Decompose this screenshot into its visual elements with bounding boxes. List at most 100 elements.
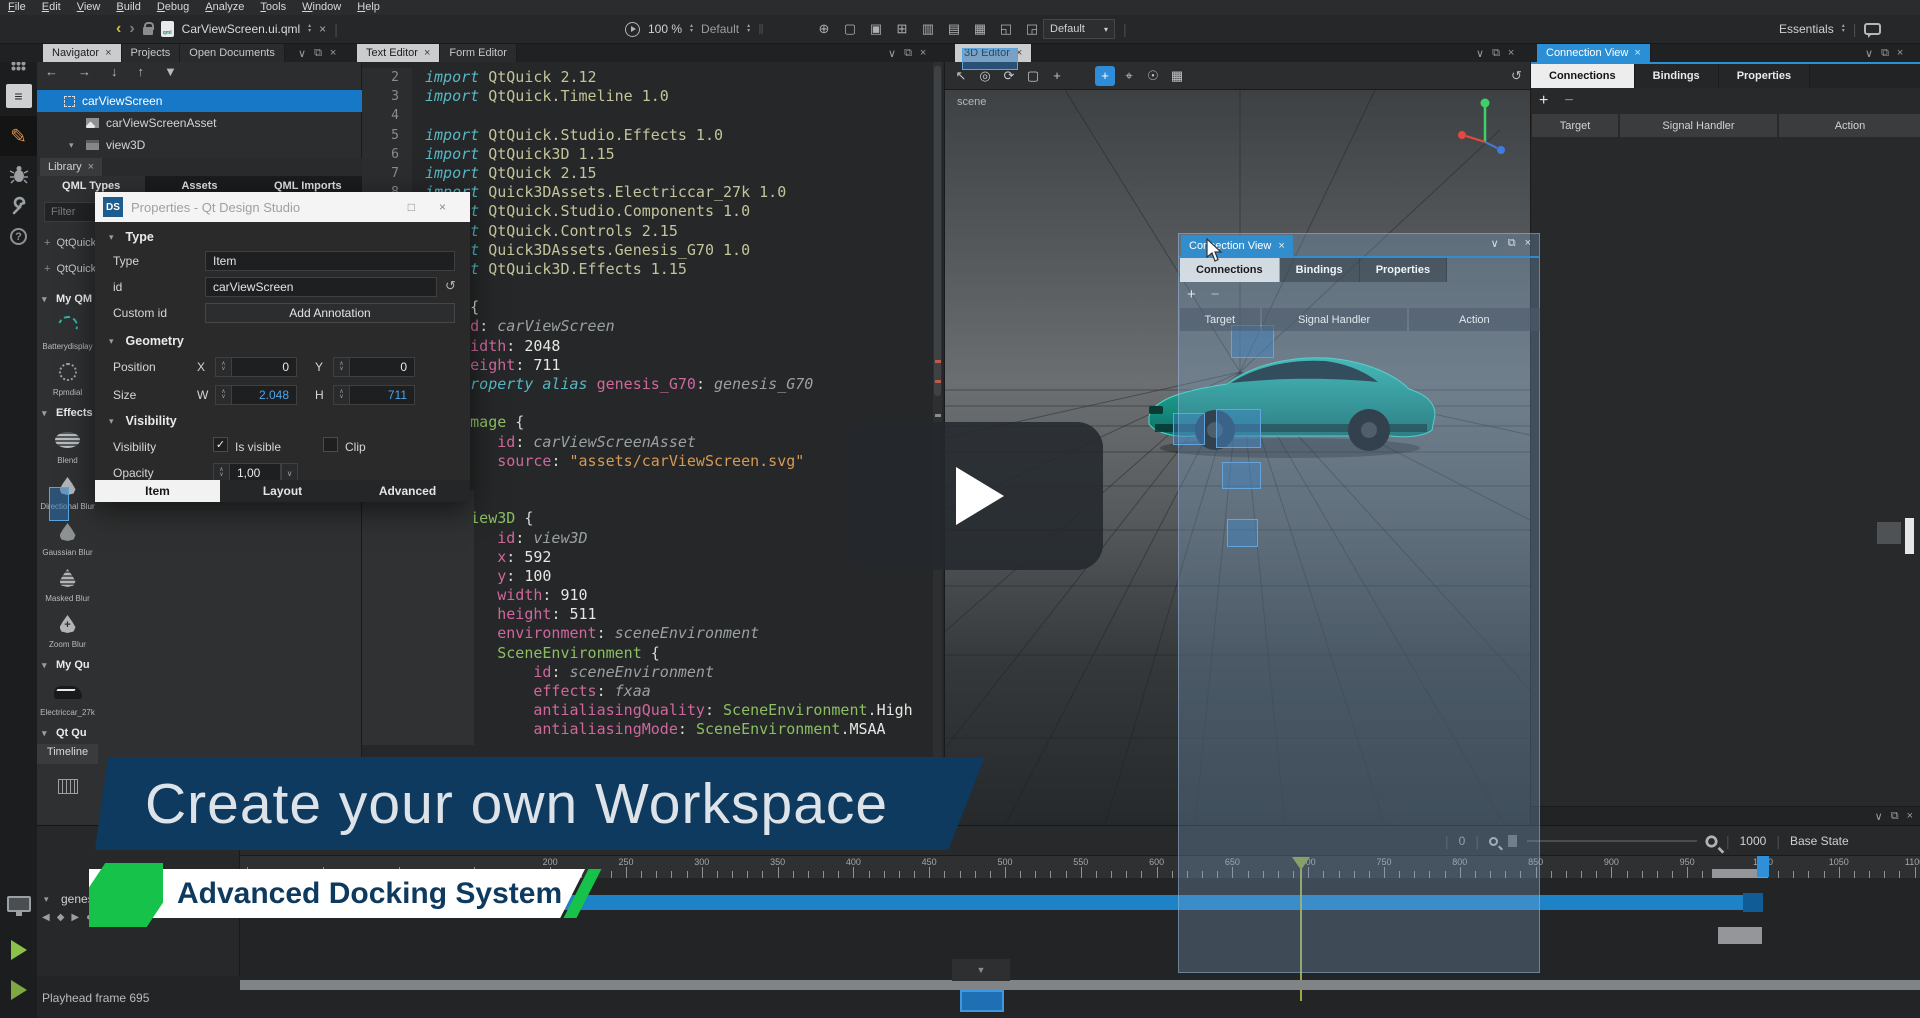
state-button[interactable]: Base State xyxy=(1790,834,1849,848)
perspective-selector[interactable]: Essentials xyxy=(1779,22,1834,36)
navigator-tree-item[interactable]: carViewScreenAsset xyxy=(37,112,362,134)
menu-item[interactable]: Analyze xyxy=(197,0,252,15)
toolbar-icon[interactable]: ▥ xyxy=(919,20,937,38)
floating-panel-tab[interactable]: Connection View× xyxy=(1181,235,1293,256)
debug-run-button[interactable] xyxy=(0,980,37,1000)
connection-tab[interactable]: Bindings xyxy=(1280,258,1360,282)
3d-tool-icon[interactable]: ☉ xyxy=(1143,66,1163,86)
document-stepper-icon[interactable]: ▴▾ xyxy=(308,24,311,34)
remove-connection-button[interactable]: − xyxy=(1211,286,1220,303)
section-header[interactable]: Geometry xyxy=(126,334,184,348)
timeline-component-icon[interactable] xyxy=(37,770,98,816)
y-field[interactable]: 0 xyxy=(349,357,415,377)
pane-tab[interactable]: 3D Editor× xyxy=(955,44,1032,62)
axis-gizmo-icon[interactable] xyxy=(1445,92,1525,172)
debug-mode-icon[interactable] xyxy=(0,164,37,184)
pane-controls[interactable]: ∨⧉× xyxy=(1865,44,1903,62)
pane-tab[interactable]: Connection View× xyxy=(1537,44,1651,62)
pane-controls[interactable]: ∨⧉× xyxy=(1491,237,1531,250)
timeline-track-row[interactable]: ▾genes xyxy=(44,892,94,906)
menu-item[interactable]: Help xyxy=(349,0,388,15)
keyframe-icon[interactable]: ◆ xyxy=(57,912,65,923)
menu-item[interactable]: Tools xyxy=(252,0,294,15)
toolbar-icon[interactable]: ◱ xyxy=(997,20,1015,38)
run-preview-icon[interactable] xyxy=(625,22,640,37)
close-tab-icon[interactable]: × xyxy=(424,47,430,59)
library-section-header[interactable]: ▾Effects xyxy=(37,402,98,424)
section-header[interactable]: Type xyxy=(126,230,154,244)
clip-checkbox[interactable] xyxy=(323,437,338,452)
pane-controls[interactable]: ∨⧉× xyxy=(1476,44,1514,62)
library-component-tile[interactable]: Rpmdial xyxy=(37,356,98,402)
3d-tool-icon[interactable] xyxy=(1071,66,1091,86)
w-spinner[interactable]: ∧∨ xyxy=(215,385,232,405)
connection-tab[interactable]: Connections xyxy=(1180,258,1280,282)
state-stepper-icon[interactable]: ▴▾ xyxy=(747,24,750,34)
h-field[interactable]: 711 xyxy=(349,385,415,405)
open-document-name[interactable]: CarViewScreen.ui.qml xyxy=(182,22,301,36)
menu-item[interactable]: File xyxy=(0,0,34,15)
end-frame-marker[interactable] xyxy=(1757,856,1769,877)
pane-tab[interactable]: Navigator× xyxy=(43,44,122,62)
close-tab-icon[interactable]: × xyxy=(1634,47,1640,59)
run-button[interactable] xyxy=(0,940,37,960)
reset-id-icon[interactable]: ↺ xyxy=(445,278,456,294)
edit-mode-icon[interactable]: ≡ xyxy=(0,84,37,108)
3d-tool-icon[interactable]: ⌖ xyxy=(1119,66,1139,86)
connection-column-header[interactable]: Signal Handler xyxy=(1620,114,1777,137)
library-component-tile[interactable]: Electriccar_27k xyxy=(37,676,98,722)
pane-tab[interactable]: Open Documents xyxy=(180,44,285,62)
timeline-scrollbar[interactable] xyxy=(240,980,1920,990)
forward-icon[interactable]: › xyxy=(129,20,134,38)
projects-mode-icon[interactable] xyxy=(0,196,37,216)
navigator-tool-icon[interactable]: ▼ xyxy=(164,64,177,79)
x-field[interactable]: 0 xyxy=(231,357,297,377)
menu-item[interactable]: View xyxy=(69,0,109,15)
close-document-icon[interactable]: × xyxy=(319,22,326,36)
style-selector[interactable]: Default▾ xyxy=(1043,19,1115,39)
back-icon[interactable]: ‹ xyxy=(116,20,121,38)
toolbar-icon[interactable]: ⊕ xyxy=(815,20,833,38)
connection-tab[interactable]: Properties xyxy=(1719,64,1810,88)
add-connection-button[interactable]: + xyxy=(1539,92,1548,110)
h-spinner[interactable]: ∧∨ xyxy=(333,385,350,405)
toolbar-icon[interactable]: ▤ xyxy=(945,20,963,38)
close-icon[interactable]: × xyxy=(439,200,446,214)
pane-tab[interactable]: Form Editor xyxy=(440,44,516,62)
library-pane-tab[interactable]: Library× xyxy=(40,158,102,176)
library-component-tile[interactable]: Masked Blur xyxy=(37,562,98,608)
library-component-tile[interactable]: Timeline xyxy=(37,744,98,764)
navigator-tool-icon[interactable]: ← xyxy=(45,64,58,79)
navigator-tool-icon[interactable]: ↑ xyxy=(138,64,145,79)
library-component-tile[interactable]: Directional Blur xyxy=(37,470,98,516)
toolbar-icon[interactable]: ▣ xyxy=(867,20,885,38)
x-spinner[interactable]: ∧∨ xyxy=(215,357,232,377)
properties-tab[interactable]: Advanced xyxy=(345,480,470,502)
properties-tab[interactable]: Item xyxy=(95,480,220,502)
zoom-level[interactable]: 100 % xyxy=(648,22,682,36)
timeline-bar-end-handle[interactable] xyxy=(1743,893,1763,912)
properties-dialog[interactable]: DS Properties - Qt Design Studio □ × ▾Ty… xyxy=(95,192,470,502)
navigator-tree-item[interactable]: ▾ view3D xyxy=(37,134,362,156)
3d-tool-icon[interactable]: + xyxy=(1095,66,1115,86)
maximize-icon[interactable]: □ xyxy=(408,200,415,214)
close-tab-icon[interactable]: × xyxy=(105,47,111,59)
dialog-title-bar[interactable]: DS Properties - Qt Design Studio □ × xyxy=(95,192,470,222)
keyframe-controls[interactable]: ◀◆▶● xyxy=(42,912,92,923)
toolbar-icon[interactable]: ◲ xyxy=(1023,20,1041,38)
library-section-header[interactable]: ▾Qt Qu xyxy=(37,722,98,744)
add-connection-button[interactable]: + xyxy=(1187,286,1196,303)
connection-tab[interactable]: Connections xyxy=(1531,64,1635,88)
kit-selector-icon[interactable] xyxy=(0,896,37,912)
menu-item[interactable]: Window xyxy=(294,0,349,15)
3d-tool-icon[interactable]: ▢ xyxy=(1023,66,1043,86)
timeline-selected-button[interactable] xyxy=(960,990,1004,1012)
zoom-in-icon[interactable] xyxy=(1705,835,1717,847)
zoom-stepper-icon[interactable]: ▴▾ xyxy=(690,24,693,34)
menu-item[interactable]: Edit xyxy=(34,0,69,15)
3d-tool-icon[interactable]: ▦ xyxy=(1167,66,1187,86)
help-mode-icon[interactable]: ? xyxy=(0,228,37,245)
connection-column-header[interactable]: Action xyxy=(1409,308,1540,331)
keyframe-icon[interactable]: ◀ xyxy=(42,912,50,923)
close-tab-icon[interactable]: × xyxy=(1016,47,1022,59)
